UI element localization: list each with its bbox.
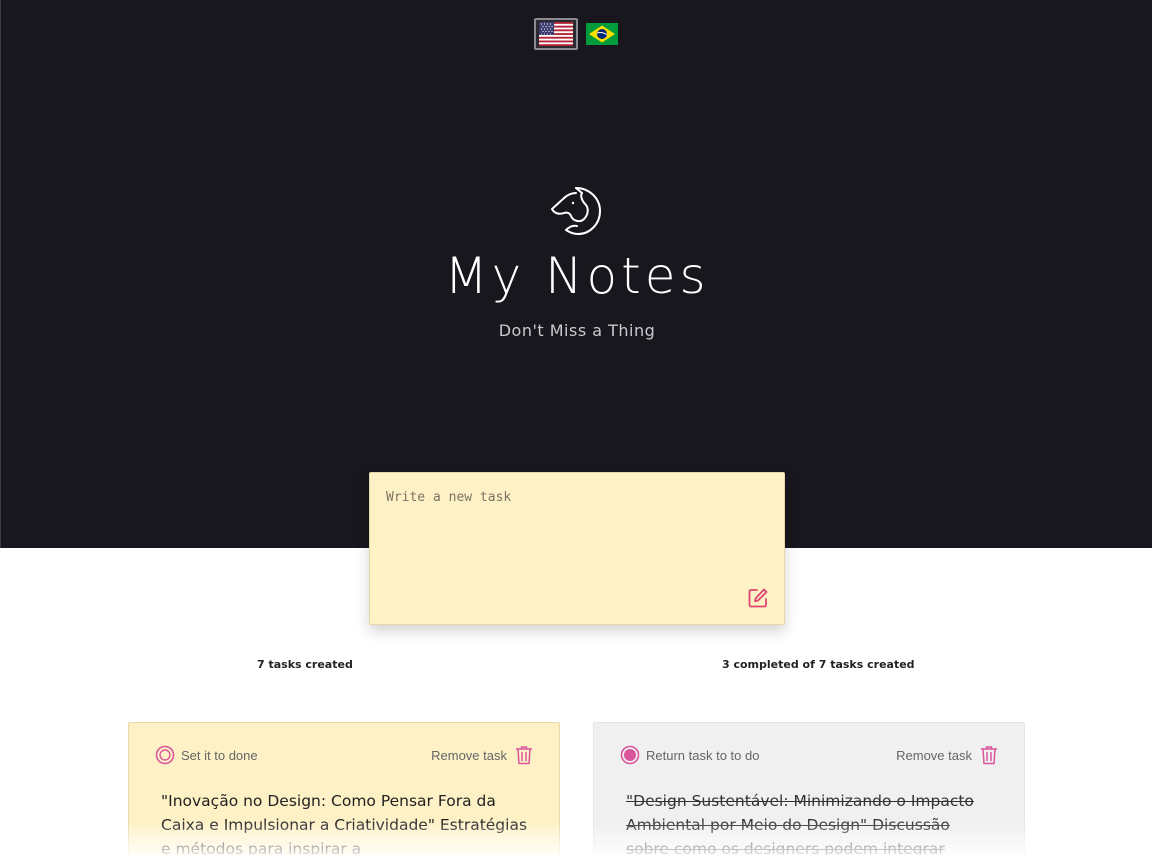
return-to-todo-button[interactable]: Return task to to do [620, 745, 759, 765]
radio-checked-icon [620, 745, 640, 765]
brazil-flag-icon [586, 23, 618, 45]
edit-icon[interactable] [747, 587, 769, 609]
task-text: "Inovação no Design: Como Pensar Fora da… [161, 792, 528, 855]
task-card: Set it to done Remove task "Inovação no … [128, 722, 560, 855]
language-option-english[interactable] [534, 18, 578, 50]
set-done-label: Set it to done [181, 747, 258, 763]
return-to-todo-label: Return task to to do [646, 747, 760, 763]
trash-icon [980, 746, 998, 765]
page-subtitle: Don't Miss a Thing [498, 321, 656, 340]
remove-task-button[interactable]: Remove task [896, 745, 998, 765]
page-title: My Notes [444, 247, 710, 305]
language-switcher [534, 18, 620, 50]
remove-task-label: Remove task [431, 747, 507, 763]
trash-icon [515, 746, 533, 765]
language-option-portuguese[interactable] [584, 18, 620, 50]
new-task-input[interactable] [370, 473, 784, 624]
task-text: "Design Sustentável: Minimizando o Impac… [626, 792, 974, 855]
header-section: My Notes Don't Miss a Thing [0, 0, 1152, 548]
set-done-button[interactable]: Set it to done [155, 745, 258, 765]
remove-task-label: Remove task [896, 747, 972, 763]
task-card-completed: Return task to to do Remove task "Design… [593, 722, 1025, 855]
tasks-completed-counter: 3 completed of 7 tasks created [722, 658, 915, 671]
us-flag-icon [539, 22, 573, 46]
horse-head-icon [551, 187, 601, 235]
remove-task-button[interactable]: Remove task [431, 745, 533, 765]
tasks-created-counter: 7 tasks created [257, 658, 353, 671]
new-task-composer [369, 472, 785, 625]
radio-unchecked-icon [155, 745, 175, 765]
